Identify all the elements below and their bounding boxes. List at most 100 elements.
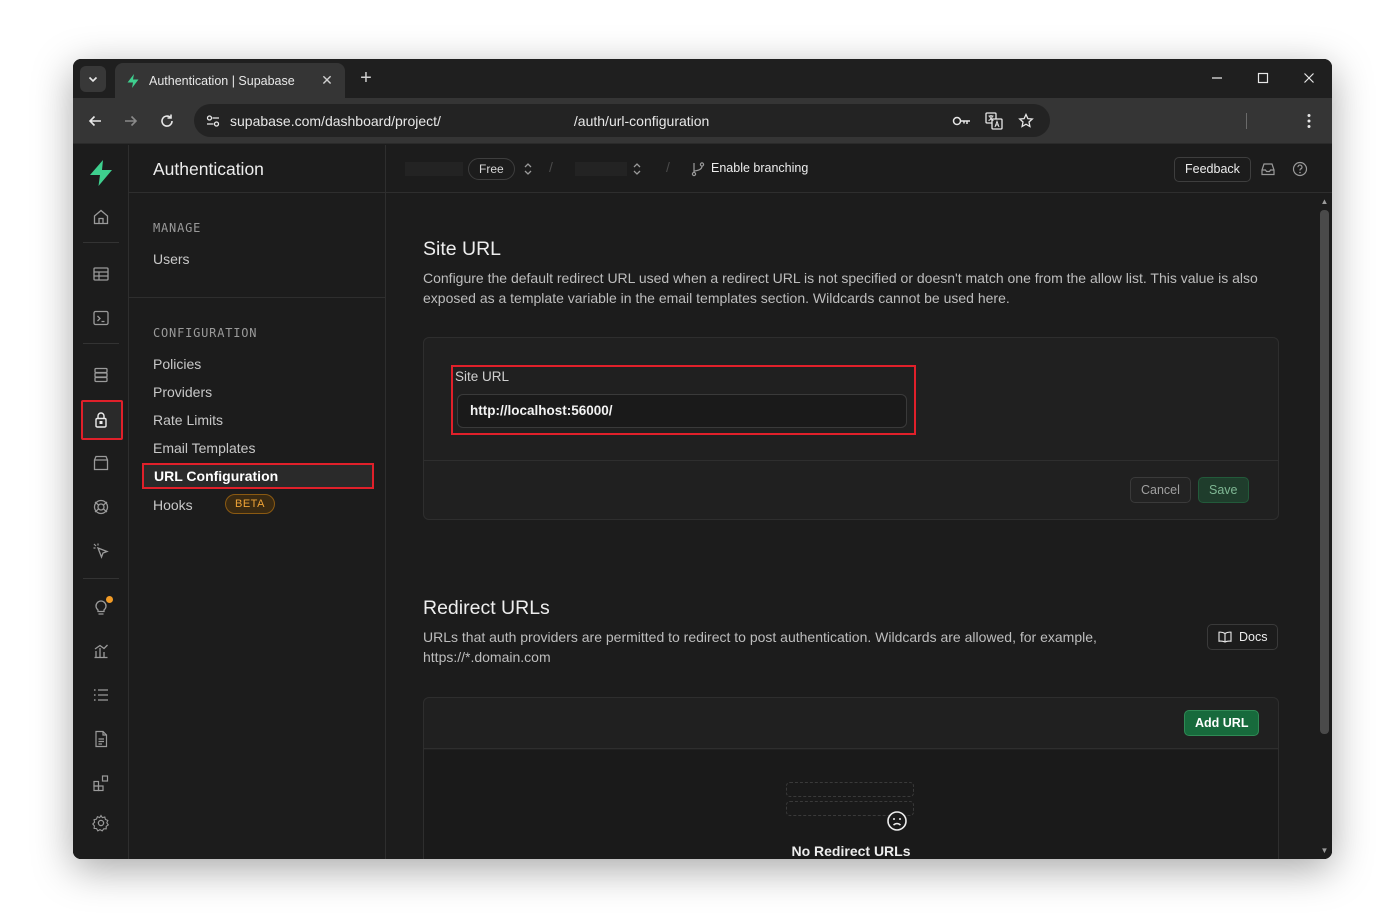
rail-api-docs[interactable] <box>90 728 112 750</box>
rail-integrations[interactable] <box>90 772 112 794</box>
chevron-down-icon <box>88 76 98 83</box>
reload-button[interactable] <box>156 110 178 132</box>
maximize-icon <box>1257 72 1269 84</box>
reload-icon <box>161 114 173 127</box>
back-button[interactable] <box>84 110 106 132</box>
org-switcher-chevron[interactable] <box>522 161 534 177</box>
help-circle-icon <box>1292 161 1308 177</box>
menu-divider <box>129 297 385 298</box>
settings-scroll-area[interactable]: Site URL Configure the default redirect … <box>386 194 1316 859</box>
lock-icon <box>95 412 107 428</box>
url-field[interactable]: supabase.com/dashboard/project/ /auth/ur… <box>194 104 1050 137</box>
menu-item-hooks[interactable]: Hooks BETA <box>153 494 275 514</box>
tab-bar: Authentication | Supabase ✕ + <box>73 59 1332 98</box>
notification-dot <box>106 596 113 603</box>
beta-badge: BETA <box>225 494 275 514</box>
toolbar-separator <box>1246 113 1247 129</box>
menu-item-rate-limits[interactable]: Rate Limits <box>153 412 223 428</box>
help-button[interactable] <box>1291 160 1309 178</box>
save-button[interactable]: Save <box>1198 477 1249 503</box>
docs-button[interactable]: Docs <box>1207 624 1279 650</box>
tab-title: Authentication | Supabase <box>149 73 295 88</box>
menu-section-configuration: CONFIGURATION <box>153 326 258 340</box>
plan-badge: Free <box>468 158 515 180</box>
site-url-input[interactable]: http://localhost:56000/ <box>457 394 907 428</box>
book-open-icon <box>1218 631 1232 643</box>
empty-placeholder-row <box>786 782 914 797</box>
add-url-button[interactable]: Add URL <box>1184 710 1260 736</box>
tab-close-icon[interactable]: ✕ <box>319 72 335 89</box>
rail-table-editor[interactable] <box>90 263 112 285</box>
blocks-icon <box>93 775 109 792</box>
rail-logs[interactable] <box>90 684 112 706</box>
menu-title: Authentication <box>153 159 264 179</box>
breadcrumb-separator: / <box>666 159 670 175</box>
site-url-card-body: Site URL http://localhost:56000/ <box>424 338 1278 461</box>
docs-label: Docs <box>1239 630 1268 644</box>
more-vertical-icon <box>1307 114 1311 128</box>
gear-icon <box>92 814 110 832</box>
chevron-up-down-icon <box>524 163 532 175</box>
enable-branching-button[interactable]: Enable branching <box>711 161 808 175</box>
rail-authentication[interactable] <box>90 409 112 431</box>
rail-edge-functions[interactable] <box>90 496 112 518</box>
rail-realtime[interactable] <box>90 540 112 562</box>
vertical-scrollbar[interactable]: ▲ ▼ <box>1317 194 1332 859</box>
cursor-click-icon <box>93 543 109 559</box>
rail-database[interactable] <box>90 364 112 386</box>
menu-item-url-configuration[interactable]: URL Configuration <box>142 463 374 489</box>
site-url-heading: Site URL <box>423 238 502 260</box>
rail-settings[interactable] <box>90 812 112 834</box>
project-switcher-chevron[interactable] <box>631 161 643 177</box>
rail-sql-editor[interactable] <box>90 307 112 329</box>
password-key-icon[interactable] <box>952 111 972 131</box>
menu-item-hooks-label: Hooks <box>153 497 193 513</box>
redirect-urls-card: Add URL No Redirect URLs <box>423 697 1279 859</box>
rail-reports[interactable] <box>90 640 112 662</box>
menu-item-policies[interactable]: Policies <box>153 356 201 372</box>
feedback-button[interactable]: Feedback <box>1174 157 1251 182</box>
site-url-description: Configure the default redirect URL used … <box>423 270 1258 306</box>
tab-search-button[interactable] <box>80 66 106 92</box>
inbox-icon <box>1261 163 1275 176</box>
rail-storage[interactable] <box>90 452 112 474</box>
menu-item-email-templates[interactable]: Email Templates <box>153 440 255 456</box>
browser-window: Authentication | Supabase ✕ + supabase.c… <box>73 59 1332 859</box>
database-icon <box>94 367 108 383</box>
close-window-button[interactable] <box>1297 67 1321 89</box>
forward-button[interactable] <box>120 110 142 132</box>
bookmark-star-icon[interactable] <box>1016 111 1036 131</box>
scroll-up-icon[interactable]: ▲ <box>1320 198 1329 206</box>
close-icon <box>1304 73 1314 83</box>
browser-menu-button[interactable] <box>1299 110 1319 132</box>
site-info-icon[interactable] <box>204 112 222 130</box>
rail-home[interactable] <box>90 206 112 228</box>
translate-icon[interactable] <box>984 111 1004 131</box>
address-bar: supabase.com/dashboard/project/ /auth/ur… <box>73 98 1332 144</box>
maximize-button[interactable] <box>1251 67 1275 89</box>
project-topbar: Free / / Enable branching Feedback <box>386 145 1332 193</box>
new-tab-button[interactable]: + <box>355 67 377 89</box>
redirect-urls-card-header: Add URL <box>424 698 1278 749</box>
sad-face-icon <box>887 811 907 831</box>
supabase-logo-icon[interactable] <box>87 159 115 187</box>
arrow-left-icon <box>88 115 101 127</box>
scrollbar-thumb[interactable] <box>1320 210 1329 734</box>
rail-divider <box>83 343 119 344</box>
chart-icon <box>94 644 108 659</box>
rail-divider <box>83 242 119 243</box>
project-name-redacted[interactable] <box>575 162 627 176</box>
browser-tab-active[interactable]: Authentication | Supabase ✕ <box>115 63 345 98</box>
scroll-down-icon[interactable]: ▼ <box>1320 847 1329 855</box>
auth-menu: Authentication MANAGE Users CONFIGURATIO… <box>129 145 386 859</box>
menu-item-users[interactable]: Users <box>153 251 190 267</box>
minimize-button[interactable] <box>1205 67 1229 89</box>
home-icon <box>93 209 109 225</box>
no-redirect-urls-text: No Redirect URLs <box>791 843 911 859</box>
cancel-button[interactable]: Cancel <box>1130 477 1191 503</box>
org-name-redacted[interactable] <box>405 162 463 176</box>
breadcrumb-separator: / <box>549 159 553 175</box>
minimize-icon <box>1212 77 1222 79</box>
inbox-button[interactable] <box>1259 160 1277 178</box>
menu-item-providers[interactable]: Providers <box>153 384 212 400</box>
